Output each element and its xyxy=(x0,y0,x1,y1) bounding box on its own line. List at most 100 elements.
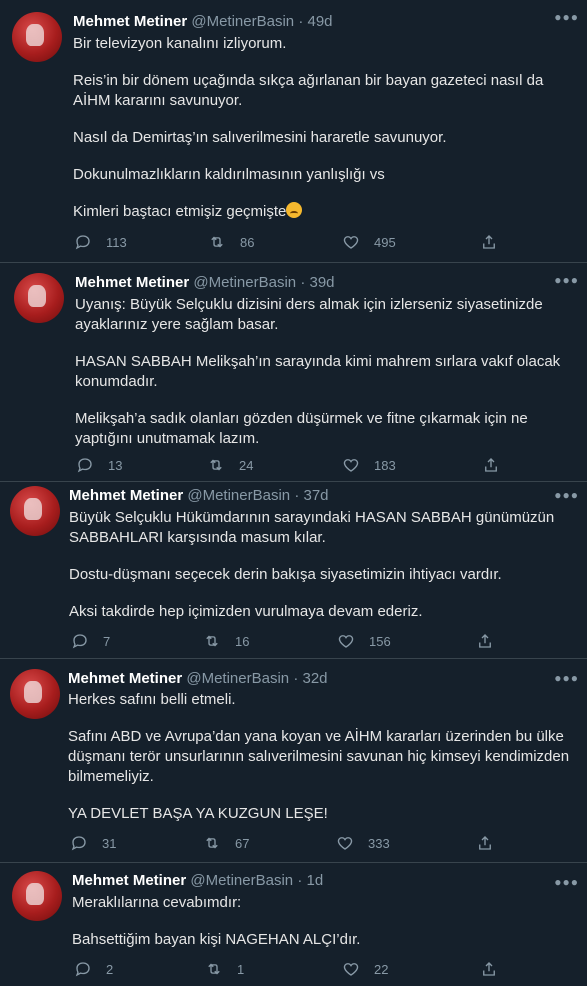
author-name[interactable]: Mehmet Metiner xyxy=(69,487,183,504)
retweet-button[interactable]: 24 xyxy=(207,456,253,474)
share-button[interactable] xyxy=(476,834,494,852)
tweet-paragraph: Bahsettiğim bayan kişi NAGEHAN ALÇI’dır. xyxy=(72,931,361,948)
heart-icon xyxy=(337,837,353,850)
tweet-text: Bir televizyon kanalını izliyorum. Reis’… xyxy=(73,34,573,222)
tweet-actions: 7 16 156 xyxy=(71,632,571,652)
tweet-text: Meraklılarına cevabımdır: Bahsettiğim ba… xyxy=(72,893,577,950)
author-name[interactable]: Mehmet Metiner xyxy=(72,872,186,889)
retweet-button[interactable]: 86 xyxy=(208,233,254,251)
like-button[interactable]: 333 xyxy=(336,834,390,852)
separator-dot: · xyxy=(293,670,299,687)
tweet-time[interactable]: 37d xyxy=(303,487,328,504)
retweet-count: 1 xyxy=(237,961,245,977)
heart-icon xyxy=(343,459,359,472)
tweet-header: Mehmet Metiner @MetinerBasin · 37d xyxy=(69,486,329,506)
like-button[interactable]: 156 xyxy=(337,632,391,650)
retweet-count: 67 xyxy=(235,835,250,851)
tweet-2[interactable]: Mehmet Metiner @MetinerBasin · 39d ●●● U… xyxy=(0,263,587,482)
author-handle[interactable]: @MetinerBasin xyxy=(190,872,293,889)
separator-dot: · xyxy=(298,13,304,30)
more-icon[interactable]: ●●● xyxy=(554,273,579,287)
author-name[interactable]: Mehmet Metiner xyxy=(73,13,187,30)
tweet-paragraph-with-emoji: Kimleri baştacı etmişiz geçmişte xyxy=(73,202,573,222)
tweet-header: Mehmet Metiner @MetinerBasin · 49d xyxy=(73,12,333,32)
like-count: 22 xyxy=(374,961,389,977)
retweet-icon xyxy=(210,459,222,471)
share-icon xyxy=(479,634,491,648)
avatar[interactable] xyxy=(12,871,62,921)
tweet-paragraph: Dostu-düşmanı seçecek derin bakışa siyas… xyxy=(69,566,502,583)
tweet-header: Mehmet Metiner @MetinerBasin · 1d xyxy=(72,871,323,891)
more-icon[interactable]: ●●● xyxy=(554,875,579,889)
share-button[interactable] xyxy=(480,960,498,978)
disappointed-face-icon xyxy=(286,202,303,218)
tweet-4[interactable]: Mehmet Metiner @MetinerBasin · 32d ●●● H… xyxy=(0,659,587,863)
reply-button[interactable]: 13 xyxy=(76,456,122,474)
tweet-paragraph: Aksi takdirde hep içimizden vurulmaya de… xyxy=(69,603,423,620)
reply-count: 31 xyxy=(102,835,117,851)
avatar[interactable] xyxy=(14,273,64,323)
heart-icon xyxy=(343,236,359,249)
more-icon[interactable]: ●●● xyxy=(554,488,579,502)
tweet-time[interactable]: 1d xyxy=(306,872,323,889)
reply-icon xyxy=(75,962,90,977)
tweet-paragraph: Nasıl da Demirtaş’ın salıverilmesini har… xyxy=(73,129,447,146)
retweet-icon xyxy=(206,635,218,647)
reply-button[interactable]: 31 xyxy=(70,834,116,852)
author-name[interactable]: Mehmet Metiner xyxy=(75,274,189,291)
tweet-time[interactable]: 32d xyxy=(302,670,327,687)
reply-button[interactable]: 2 xyxy=(74,960,113,978)
retweet-count: 24 xyxy=(239,457,254,473)
tweet-paragraph: Safını ABD ve Avrupa’dan yana koyan ve A… xyxy=(68,728,570,785)
separator-dot: · xyxy=(294,487,300,504)
retweet-button[interactable]: 16 xyxy=(203,632,249,650)
like-count: 183 xyxy=(374,457,396,473)
tweet-time[interactable]: 39d xyxy=(309,274,334,291)
retweet-count: 86 xyxy=(240,234,255,250)
tweet-paragraph: HASAN SABBAH Melikşah’ın sarayında kimi … xyxy=(75,353,561,390)
retweet-icon xyxy=(206,837,218,849)
more-icon[interactable]: ●●● xyxy=(554,10,579,24)
share-button[interactable] xyxy=(476,632,494,650)
avatar[interactable] xyxy=(10,669,60,719)
like-button[interactable]: 183 xyxy=(342,456,396,474)
more-icon[interactable]: ●●● xyxy=(554,671,579,685)
tweet-time[interactable]: 49d xyxy=(307,13,332,30)
reply-count: 7 xyxy=(103,633,111,649)
tweet-header: Mehmet Metiner @MetinerBasin · 39d xyxy=(75,273,335,293)
like-button[interactable]: 22 xyxy=(342,960,388,978)
avatar[interactable] xyxy=(10,486,60,536)
like-count: 333 xyxy=(368,835,390,851)
retweet-button[interactable]: 67 xyxy=(203,834,249,852)
heart-icon xyxy=(343,963,359,976)
tweet-paragraph: Bir televizyon kanalını izliyorum. xyxy=(73,35,287,52)
tweet-paragraph: Reis’in bir dönem uçağında sıkça ağırlan… xyxy=(73,72,544,109)
heart-icon xyxy=(338,635,354,648)
tweet-5[interactable]: Mehmet Metiner @MetinerBasin · 1d ●●● Me… xyxy=(0,863,587,986)
tweet-actions: 113 86 495 xyxy=(74,233,574,253)
tweet-paragraph: Uyanış: Büyük Selçuklu dizisini ders alm… xyxy=(75,296,543,333)
share-icon xyxy=(483,235,495,249)
tweet-text: Uyanış: Büyük Selçuklu dizisini ders alm… xyxy=(75,295,580,449)
tweet-text: Herkes safını belli etmeli. Safını ABD v… xyxy=(68,690,573,824)
reply-button[interactable]: 7 xyxy=(71,632,110,650)
author-name[interactable]: Mehmet Metiner xyxy=(68,670,182,687)
reply-count: 2 xyxy=(106,961,114,977)
retweet-icon xyxy=(208,963,220,975)
like-button[interactable]: 495 xyxy=(342,233,396,251)
avatar[interactable] xyxy=(12,12,62,62)
author-handle[interactable]: @MetinerBasin xyxy=(186,670,289,687)
tweet-paragraph: Büyük Selçuklu Hükümdarının sarayındaki … xyxy=(69,509,555,546)
author-handle[interactable]: @MetinerBasin xyxy=(187,487,290,504)
reply-count: 13 xyxy=(108,457,123,473)
share-button[interactable] xyxy=(482,456,500,474)
retweet-button[interactable]: 1 xyxy=(205,960,244,978)
author-handle[interactable]: @MetinerBasin xyxy=(191,13,294,30)
reply-icon xyxy=(77,458,92,473)
reply-icon xyxy=(71,836,86,851)
reply-button[interactable]: 113 xyxy=(74,233,127,251)
tweet-3[interactable]: Mehmet Metiner @MetinerBasin · 37d ●●● B… xyxy=(0,482,587,659)
tweet-1[interactable]: Mehmet Metiner @MetinerBasin · 49d ●●● B… xyxy=(0,0,587,263)
author-handle[interactable]: @MetinerBasin xyxy=(193,274,296,291)
share-button[interactable] xyxy=(480,233,498,251)
